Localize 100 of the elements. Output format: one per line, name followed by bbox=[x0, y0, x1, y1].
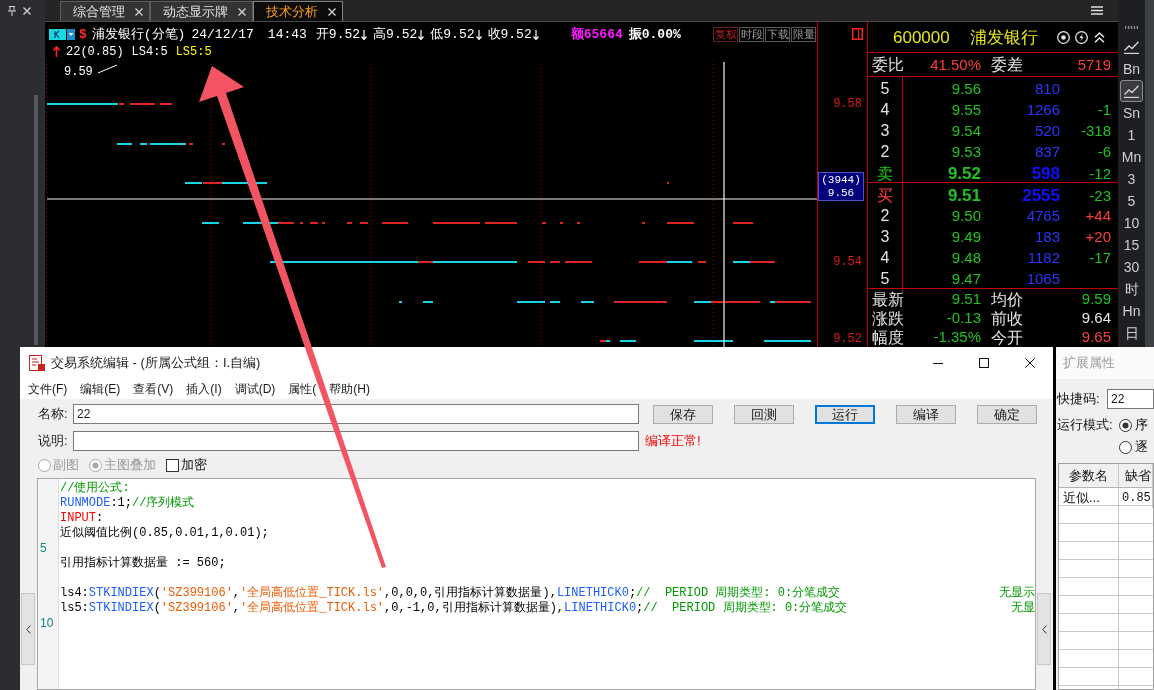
code-line: 引用指标计算数据量 := 560; bbox=[60, 556, 226, 569]
stat-label: 前收 bbox=[990, 308, 1024, 329]
column-header[interactable]: 缺省 bbox=[1119, 464, 1153, 487]
amount-text: 额65664 bbox=[570, 28, 623, 41]
period-button[interactable]: 1 bbox=[1120, 124, 1143, 146]
double-chevron-up-icon[interactable] bbox=[1093, 30, 1106, 44]
stat-label: 均价 bbox=[990, 289, 1024, 310]
panel-toggle-icon[interactable] bbox=[852, 28, 863, 40]
level-label: 3 bbox=[868, 225, 903, 249]
tab[interactable]: 综合管理 bbox=[60, 1, 150, 21]
menu-item[interactable]: 查看(V) bbox=[133, 383, 174, 395]
volume-cell-text: 1182 bbox=[1026, 247, 1060, 268]
change-cell-text: -1 bbox=[1096, 99, 1111, 120]
close-icon[interactable] bbox=[328, 7, 336, 16]
chart-mode-button[interactable] bbox=[1120, 80, 1143, 102]
lightning-icon[interactable] bbox=[1075, 30, 1088, 44]
dropdown-caret-icon[interactable] bbox=[67, 29, 75, 40]
stat-value: -1.35% bbox=[932, 327, 981, 348]
action-button[interactable]: 确定 bbox=[977, 404, 1037, 424]
chart-type-icon[interactable] bbox=[49, 29, 66, 40]
code-line: ls5:STKINDIEX('SZ399106','全局高低位置_TICK.ls',0,-1,0,引用指标计算数据量),LINETHICK0;// PERIOD 周期类型: 0:分笔成交 bbox=[60, 601, 848, 614]
quote-value: 收9.52 bbox=[487, 28, 532, 41]
stat-value: 5719 bbox=[1076, 54, 1111, 75]
input-field[interactable]: 22 bbox=[1107, 389, 1154, 409]
stock-name: 浦发银行 bbox=[969, 28, 1038, 46]
target-icon[interactable] bbox=[1057, 30, 1070, 44]
down-arrow-icon bbox=[418, 29, 425, 40]
stat-value: 9.51 bbox=[950, 289, 981, 310]
period-button[interactable]: Sn bbox=[1120, 102, 1143, 124]
stat-label: 今开 bbox=[990, 327, 1024, 348]
action-button[interactable]: 保存 bbox=[653, 404, 713, 424]
up-arrow-icon bbox=[53, 46, 60, 57]
period-button[interactable]: 时 bbox=[1120, 278, 1143, 300]
line-chart-icon bbox=[1124, 40, 1139, 54]
scrollbar[interactable] bbox=[34, 95, 38, 345]
pin-icon[interactable] bbox=[8, 6, 16, 16]
period-button[interactable]: Bn bbox=[1120, 58, 1143, 80]
status-text: 编译正常! bbox=[645, 432, 701, 451]
grip-icon[interactable] bbox=[1125, 26, 1138, 29]
volume-cell-text: 183 bbox=[1033, 226, 1060, 247]
indicator-value: LS4:5 bbox=[131, 45, 168, 58]
down-arrow-icon bbox=[361, 29, 368, 40]
period-button[interactable]: 10 bbox=[1120, 212, 1143, 234]
radio-icon[interactable] bbox=[1119, 418, 1132, 432]
menu-item[interactable]: 调试(D) bbox=[234, 383, 276, 395]
radio-option[interactable]: 逐 bbox=[1119, 437, 1148, 457]
line-number: 5 bbox=[39, 541, 47, 554]
action-button[interactable]: 运行 bbox=[815, 404, 875, 424]
close-icon[interactable] bbox=[23, 7, 31, 15]
menu-item[interactable]: 编辑(E) bbox=[80, 383, 121, 395]
period-button[interactable]: 3 bbox=[1120, 168, 1143, 190]
field-label: 快捷码: bbox=[1056, 390, 1101, 409]
chart-tool-button[interactable]: 限量 bbox=[791, 27, 816, 42]
checkbox-icon[interactable] bbox=[166, 458, 179, 472]
chart-tool-button[interactable]: 时段 bbox=[739, 27, 764, 42]
volume-cell-text: 837 bbox=[1033, 141, 1060, 162]
period-button[interactable]: 15 bbox=[1120, 234, 1143, 256]
volume-cell-text: 1266 bbox=[1025, 99, 1060, 120]
checkbox-option[interactable]: 加密 bbox=[166, 455, 207, 475]
code-line: RUNMODE:1;//序列模式 bbox=[60, 496, 195, 509]
menu-item[interactable]: 文件(F) bbox=[28, 383, 68, 395]
menu-item[interactable]: 帮助(H) bbox=[329, 383, 370, 395]
input-field[interactable] bbox=[73, 431, 639, 451]
close-icon[interactable] bbox=[135, 7, 143, 16]
period-button[interactable]: 30 bbox=[1120, 256, 1143, 278]
close-icon[interactable] bbox=[238, 7, 246, 16]
level-label: 买 bbox=[868, 183, 903, 209]
change-cell-text: +44 bbox=[1084, 205, 1111, 226]
stat-value: -0.13 bbox=[945, 308, 981, 329]
period-button[interactable]: 5 bbox=[1120, 190, 1143, 212]
menu-item[interactable]: 属性( bbox=[288, 383, 317, 395]
action-button[interactable]: 编译 bbox=[896, 404, 956, 424]
period-button[interactable]: Mn bbox=[1120, 146, 1143, 168]
radio-icon[interactable] bbox=[1119, 440, 1132, 454]
field-label: 名称: bbox=[38, 405, 69, 424]
level-label: 2 bbox=[868, 204, 903, 228]
level-label: 4 bbox=[868, 98, 903, 122]
time-text: 14:43 bbox=[267, 28, 307, 41]
table-cell: 近似... bbox=[1059, 488, 1119, 508]
tab[interactable]: 动态显示牌 bbox=[150, 1, 253, 21]
indicator-value: 22(0.85) bbox=[66, 45, 124, 58]
column-header[interactable]: 参数名 bbox=[1059, 464, 1119, 487]
menu-icon[interactable] bbox=[1091, 6, 1103, 15]
period-button[interactable]: 日 bbox=[1120, 322, 1143, 344]
volume-cell-text: 810 bbox=[1033, 78, 1060, 99]
field-label: 说明: bbox=[38, 432, 69, 451]
action-button[interactable]: 回测 bbox=[734, 404, 794, 424]
menu-item[interactable]: 插入(I) bbox=[186, 383, 222, 395]
period-button[interactable]: Hn bbox=[1120, 300, 1143, 322]
code-line: 近似阈值比例(0.85,0.01,1,0.01); bbox=[60, 526, 269, 539]
chart-tool-button[interactable]: 复权 bbox=[713, 27, 738, 42]
chart-tool-button[interactable]: 下载 bbox=[765, 27, 790, 42]
code-editor[interactable] bbox=[37, 478, 1036, 690]
chart-title: 浦发银行(分笔) bbox=[91, 28, 186, 41]
tab[interactable]: 技术分析 bbox=[253, 1, 343, 21]
maximize-icon bbox=[979, 358, 989, 368]
radio-option[interactable]: 序 bbox=[1119, 415, 1148, 435]
price-cell-text: 9.50 bbox=[950, 205, 981, 226]
input-field[interactable]: 22 bbox=[73, 404, 639, 424]
close-icon bbox=[1025, 358, 1035, 368]
